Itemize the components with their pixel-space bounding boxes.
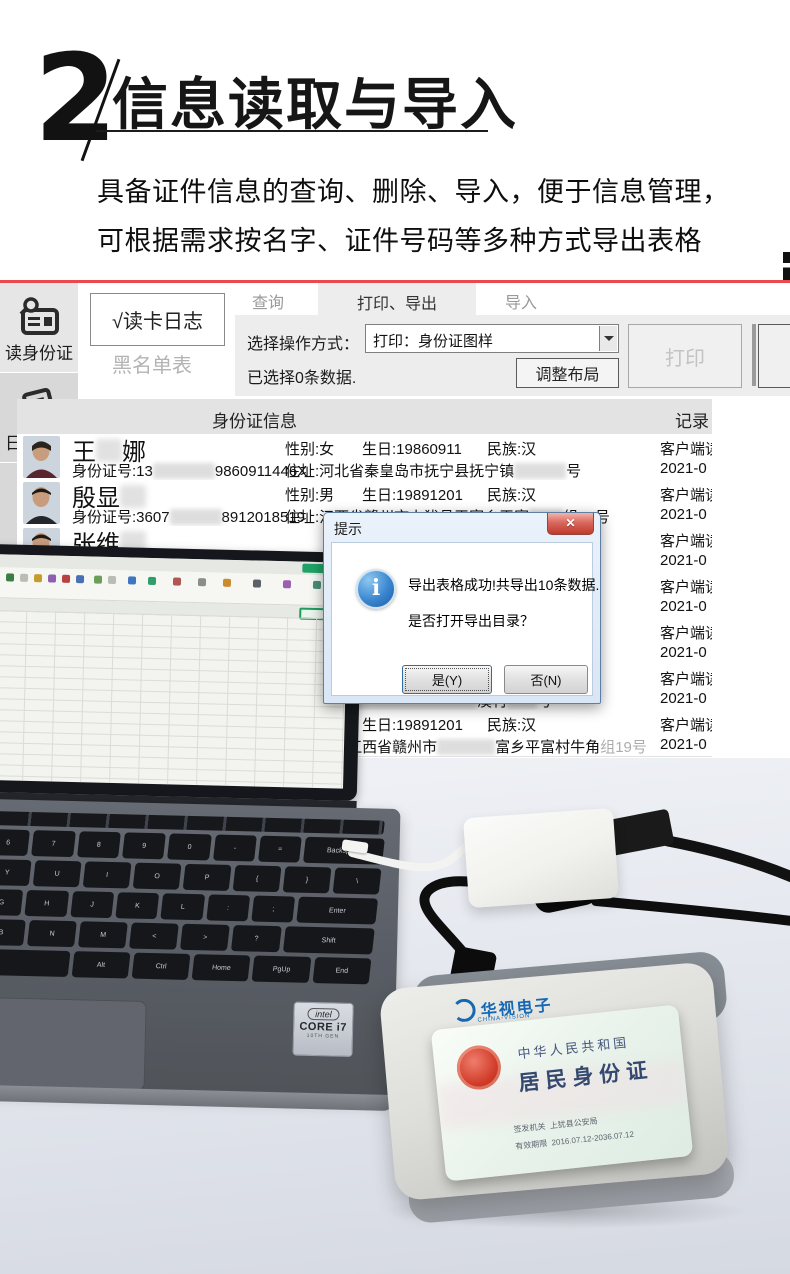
yes-button[interactable]: 是(Y) [402,665,492,694]
black-cable-exit [596,901,790,921]
page-title: 信息读取与导入 [112,60,518,141]
dialog-message-1: 导出表格成功!共导出10条数据. [408,575,599,595]
sidebar-label: 读身份证 [0,339,78,364]
operation-mode-select[interactable]: 打印：身份证图样 [365,324,619,353]
marketing-page: 2 信息读取与导入 具备证件信息的查询、删除、导入，便于信息管理， 可根据需求按… [0,0,790,1274]
birth-field: 生日:19891201 [362,484,463,505]
operation-mode-value: 打印：身份证图样 [373,330,493,351]
tab-label: 打印、导出 [318,290,476,314]
record-time: 2021-0 [660,506,707,523]
tab-import[interactable]: 导入 [505,289,537,313]
ethnic-field: 民族:汉 [487,438,536,459]
usb-hub [463,808,619,908]
client-field: 客户端读 [660,438,712,459]
column-header-id-info: 身份证信息 [212,407,297,432]
portrait-photo [23,436,60,478]
info-icon: i [356,569,396,609]
id-card-search-icon [16,297,62,339]
blacklist-button[interactable]: 黑名单表 [112,349,192,378]
export-success-dialog: 提示 ✕ i 导出表格成功!共导出10条数据. 是否打开导出目录？ 是(Y) 否… [323,512,601,704]
id-number: 身份证号:36078912018519 [72,506,305,527]
dialog-title: 提示 [334,519,362,539]
record-time: 2021-0 [660,460,707,477]
subtitle-line2: 可根据需求按名字、证件号码等多种方式导出表格 [97,219,702,258]
dialog-message-2: 是否打开导出目录？ [408,611,534,631]
address-field: 住址:河北省秦皇岛市抚宁县抚宁镇号 [285,460,581,481]
dialog-body: i 导出表格成功!共导出10条数据. 是否打开导出目录？ 是(Y) 否(N) [331,542,593,696]
selection-status: 已选择0条数据. [247,364,356,388]
client-field: 客户端读 [660,484,712,505]
print-button[interactable]: 打印 [628,324,742,388]
id-number: 身份证号:139860911446X [72,460,307,481]
sidebar-item-read-id[interactable]: 读身份证 [0,283,78,372]
operation-mode-label: 选择操作方式： [247,330,359,354]
birth-field: 生日:19860911 [362,438,462,459]
sex-field: 性别:男 [285,484,334,505]
brand-logo-icon [452,998,477,1023]
adjust-layout-button[interactable]: 调整布局 [516,358,619,388]
export-button-partial[interactable] [758,324,790,388]
chevron-down-icon[interactable] [599,326,617,351]
cropped-edge-artifact [783,252,790,280]
sex-field: 性别:女 [285,438,334,459]
read-card-log-button[interactable]: √读卡日志 [90,293,225,346]
print-export-toolbar: 选择操作方式： 打印：身份证图样 已选择0条数据. 调整布局 打印 [235,315,790,396]
subtitle-line1: 具备证件信息的查询、删除、导入，便于信息管理， [97,170,730,209]
column-header-record: 记录 [675,407,709,432]
white-usb-cable [352,847,474,868]
resident-id-card: 中华人民共和国 居民身份证 签发机关 上犹县公安局 有效期限 2016.07.1… [431,1004,694,1181]
close-icon[interactable]: ✕ [547,513,594,535]
tab-query[interactable]: 查询 [252,289,284,313]
table-header: 身份证信息 记录 [17,399,712,434]
no-button[interactable]: 否(N) [504,665,588,694]
black-cable-right [668,841,790,877]
tab-print-export[interactable]: 打印、导出 [318,283,476,316]
ethnic-field: 民族:汉 [487,484,536,505]
toolbar-divider [752,324,756,386]
portrait-photo [23,482,60,524]
title-underline [96,130,488,132]
table-row[interactable]: 王娜 身份证号:139860911446X 性别:女 生日:19860911 民… [17,434,712,481]
